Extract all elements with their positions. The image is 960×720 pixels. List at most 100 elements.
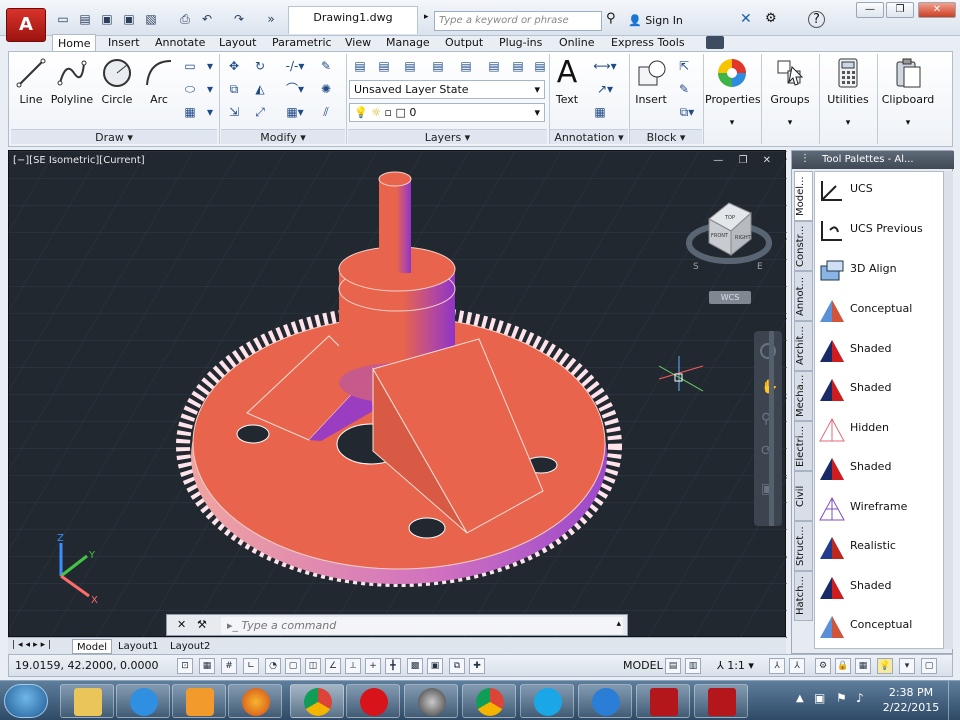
palette-tab-structural[interactable]: Struct... bbox=[794, 521, 813, 571]
taskbar-chrome-alt[interactable] bbox=[462, 684, 516, 718]
plot-icon[interactable]: ⎙ bbox=[176, 10, 194, 28]
taskbar-opera[interactable] bbox=[346, 684, 400, 718]
stretch-icon[interactable]: ⇲ bbox=[225, 103, 243, 121]
close-icon[interactable]: ✕ bbox=[177, 618, 186, 631]
mirror-icon[interactable]: ◭ bbox=[251, 80, 269, 98]
coordinates-readout[interactable]: 19.0159, 42.2000, 0.0000 bbox=[15, 659, 158, 672]
insert-tool[interactable]: Insert bbox=[631, 57, 671, 106]
ribbon-toggle-icon[interactable] bbox=[706, 36, 724, 49]
flag-icon[interactable]: ⚑ bbox=[836, 691, 847, 705]
create-block-icon[interactable]: ⇱ bbox=[675, 57, 693, 75]
palette-item-conceptual[interactable]: Conceptual bbox=[816, 607, 944, 645]
grid-icon[interactable]: # bbox=[221, 658, 237, 674]
tab-view[interactable]: View bbox=[340, 34, 376, 52]
a360-icon[interactable]: ⚙ bbox=[765, 11, 777, 26]
more-icon[interactable]: » bbox=[262, 10, 280, 28]
dropdown-icon[interactable]: ▾ bbox=[201, 57, 219, 75]
help-icon[interactable]: ? bbox=[808, 11, 825, 28]
command-input[interactable]: ▸_ Type a command bbox=[221, 617, 623, 634]
wrench-icon[interactable]: ⚒ bbox=[197, 618, 207, 631]
otrack-icon[interactable]: ∠ bbox=[325, 658, 341, 674]
leader-icon[interactable]: ↗▾ bbox=[591, 80, 619, 98]
tab-layout[interactable]: Layout bbox=[214, 34, 261, 52]
save-icon[interactable]: ▣ bbox=[98, 10, 116, 28]
block-panel-label[interactable]: Block ▾ bbox=[630, 129, 702, 144]
open-icon[interactable]: ▤ bbox=[76, 10, 94, 28]
palette-title[interactable]: Tool Palettes - Al... bbox=[792, 151, 954, 169]
line-tool[interactable]: Line bbox=[13, 57, 49, 106]
taskbar-autocad-2[interactable] bbox=[694, 684, 748, 718]
taskbar-chrome[interactable] bbox=[290, 684, 344, 718]
transparency-icon[interactable]: ▩ bbox=[407, 658, 423, 674]
palette-item-shaded[interactable]: Shaded bbox=[816, 370, 944, 408]
quick-view-drawings-icon[interactable]: ▥ bbox=[685, 658, 701, 674]
tab-layout2[interactable]: Layout2 bbox=[166, 639, 214, 654]
lwt-icon[interactable]: ╋ bbox=[385, 658, 401, 674]
viewport-window-controls[interactable]: — ❐ ✕ bbox=[713, 155, 777, 166]
search-input[interactable]: Type a keyword or phrase bbox=[434, 11, 602, 31]
copy-icon[interactable]: ⧉ bbox=[225, 80, 243, 98]
taskbar-app[interactable] bbox=[578, 684, 632, 718]
infer-constraints-icon[interactable]: ⊡ bbox=[177, 658, 193, 674]
maximize-button[interactable]: ❐ bbox=[886, 2, 914, 18]
layer-match-icon[interactable]: ▤ bbox=[485, 57, 503, 75]
taskbar-firefox[interactable] bbox=[228, 684, 282, 718]
redo-icon[interactable]: ↷ bbox=[230, 10, 248, 28]
erase-icon[interactable]: ✎ bbox=[317, 57, 335, 75]
layer-dropdown[interactable]: 💡 ☼ ▫ □ 0 ▾ bbox=[349, 103, 545, 122]
tab-insert[interactable]: Insert bbox=[103, 34, 145, 52]
edit-block-icon[interactable]: ✎ bbox=[675, 80, 693, 98]
ducs-icon[interactable]: ⟂ bbox=[345, 658, 361, 674]
minimize-button[interactable]: — bbox=[856, 2, 884, 18]
layer-lock-icon[interactable]: ▤ bbox=[457, 57, 475, 75]
binoculars-icon[interactable]: ⚲ bbox=[606, 11, 616, 26]
dropdown-icon[interactable]: ▾ bbox=[201, 80, 219, 98]
arc-tool[interactable]: Arc bbox=[143, 57, 175, 106]
clean-screen-icon[interactable]: ▢ bbox=[921, 658, 937, 674]
new-icon[interactable]: ▭ bbox=[54, 10, 72, 28]
dyn-icon[interactable]: + bbox=[365, 658, 381, 674]
table-icon[interactable]: ▦ bbox=[591, 103, 609, 121]
palette-tab-constraints[interactable]: Constr... bbox=[794, 221, 813, 271]
lock-icon[interactable]: 🔒 bbox=[835, 658, 851, 674]
explode-icon[interactable]: ✺ bbox=[317, 80, 335, 98]
layer-more-icon[interactable]: ▤ bbox=[531, 57, 549, 75]
palette-item-shaded[interactable]: Shaded bbox=[816, 568, 944, 606]
start-button[interactable] bbox=[4, 684, 48, 718]
hatch-icon[interactable]: ▦ bbox=[181, 103, 199, 121]
auto-scale-icon[interactable]: ⅄ bbox=[789, 658, 805, 674]
layer-off-icon[interactable]: ▤ bbox=[375, 57, 393, 75]
tab-parametric[interactable]: Parametric bbox=[267, 34, 337, 52]
snap-icon[interactable]: ▦ bbox=[199, 658, 215, 674]
isolate-objects-icon[interactable]: 💡 bbox=[877, 658, 893, 674]
palette-tab-annotation[interactable]: Annot... bbox=[794, 271, 813, 321]
palette-item-shaded[interactable]: Shaded bbox=[816, 449, 944, 487]
annotation-monitor-icon[interactable]: ✚ bbox=[469, 658, 485, 674]
palette-item-wireframe[interactable]: Wireframe bbox=[816, 489, 944, 527]
linear-dimension-icon[interactable]: ⟷▾ bbox=[591, 57, 619, 75]
groups-button[interactable]: Groups ▾ bbox=[763, 57, 817, 128]
properties-button[interactable]: Properties ▾ bbox=[705, 57, 761, 128]
palette-item-ucs[interactable]: UCS bbox=[816, 171, 944, 209]
ellipse-icon[interactable]: ⬭ bbox=[181, 80, 199, 98]
polyline-tool[interactable]: Polyline bbox=[49, 57, 95, 106]
tab-manage[interactable]: Manage bbox=[381, 34, 435, 52]
tab-annotate[interactable]: Annotate bbox=[150, 34, 210, 52]
selection-cycling-icon[interactable]: ⧉ bbox=[449, 658, 465, 674]
trim-icon[interactable]: -/-▾ bbox=[279, 57, 311, 75]
exchange-icon[interactable]: ✕ bbox=[740, 11, 752, 27]
close-button[interactable]: ✕ bbox=[918, 2, 956, 18]
palette-tab-architectural[interactable]: Archit... bbox=[794, 321, 813, 371]
array-icon[interactable]: ▦▾ bbox=[279, 103, 311, 121]
application-menu-button[interactable]: A bbox=[6, 8, 46, 42]
palette-tab-mechanical[interactable]: Mecha... bbox=[794, 371, 813, 421]
save-as-icon[interactable]: ▣ bbox=[120, 10, 138, 28]
navigation-bar[interactable]: ✋ ⚲ ⟳ ▣ bbox=[754, 331, 782, 526]
show-desktop-button[interactable] bbox=[948, 681, 960, 720]
move-icon[interactable]: ✥ bbox=[225, 57, 243, 75]
layer-walk-icon[interactable]: ▤ bbox=[509, 57, 527, 75]
chevron-up-icon[interactable]: ▴ bbox=[616, 619, 621, 629]
layers-panel-label[interactable]: Layers ▾ bbox=[348, 129, 547, 144]
palette-tab-electrical[interactable]: Electri... bbox=[794, 421, 813, 471]
palette-item-3d-align[interactable]: 3D Align bbox=[816, 251, 944, 289]
